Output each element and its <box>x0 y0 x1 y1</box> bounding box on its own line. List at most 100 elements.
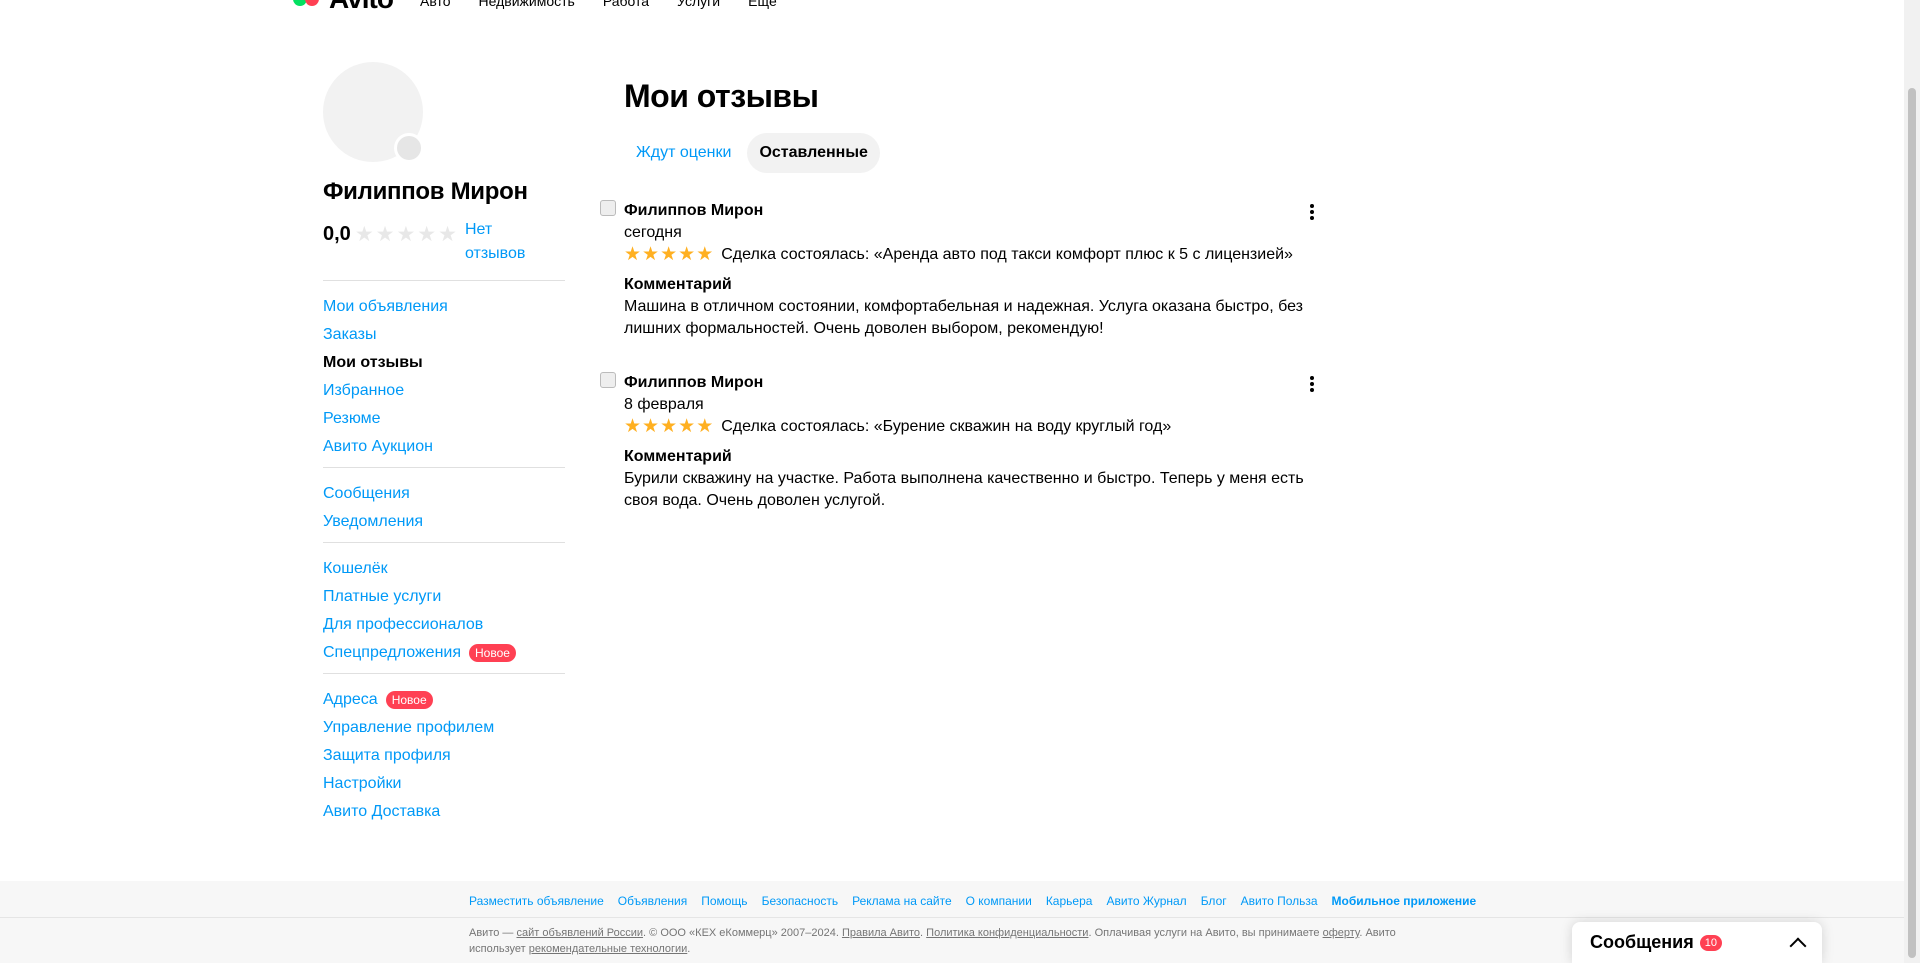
new-badge: Новое <box>385 691 433 709</box>
nav-link-services[interactable]: Услуги <box>677 0 720 9</box>
logo-text: Avito <box>329 0 394 12</box>
footer-link[interactable]: Помощь <box>701 894 747 908</box>
sidebar-item-label: Избранное <box>323 382 405 399</box>
avito-logo[interactable]: Avito <box>293 0 394 12</box>
star-icon: ★ <box>642 244 660 265</box>
sidebar-item[interactable]: Платные услуги <box>323 583 565 611</box>
rating-stars: ★ ★ ★ ★ ★ <box>355 223 457 247</box>
legal-link-rules[interactable]: Правила Авито <box>842 927 920 939</box>
chevron-up-icon[interactable] <box>1789 937 1807 954</box>
legal-link-offer[interactable]: оферту <box>1323 927 1360 939</box>
messages-count-badge: 10 <box>1699 934 1722 951</box>
review-card: Филиппов Мирон сегодня ★ ★ ★ ★ ★ Сделка сост… <box>600 200 1320 340</box>
star-icon: ★ <box>354 223 374 246</box>
star-icon: ★ <box>642 416 660 437</box>
rating-row: 0,0 ★ ★ ★ ★ ★ Нет отзывов <box>323 218 565 266</box>
sidebar-menu: Мои объявления Заказы Мои отзывы Избранное Р… <box>323 280 565 832</box>
reviewer-name[interactable]: Филиппов Мирон <box>624 372 1320 394</box>
kebab-menu-icon[interactable] <box>1310 204 1314 220</box>
sidebar-item-label: Мои отзывы <box>323 354 423 371</box>
comment-title: Комментарий <box>624 448 732 465</box>
sidebar-item[interactable]: Избранное <box>323 377 565 405</box>
reviewer-avatar-image <box>600 200 616 216</box>
footer-link[interactable]: Разместить объявление <box>469 894 604 908</box>
sidebar-group: Мои объявления Заказы Мои отзывы Избранное Р… <box>323 280 565 467</box>
footer-link[interactable]: Блог <box>1201 894 1227 908</box>
page-scrollbar[interactable] <box>1904 0 1920 963</box>
review-deal-text: Сделка состоялась: «Бурение скважин на в… <box>721 418 1172 435</box>
sidebar-group: Кошелёк Платные услуги Для профессионалов С… <box>323 542 565 673</box>
avatar[interactable] <box>323 62 424 163</box>
profile-sidebar: Филиппов Мирон 0,0 ★ ★ ★ ★ ★ Нет отзывов Мои… <box>323 62 565 832</box>
nav-link-jobs[interactable]: Работа <box>603 0 649 9</box>
legal-link-site[interactable]: сайт объявлений России <box>516 927 643 939</box>
sidebar-item-label: Авито Доставка <box>323 803 441 820</box>
footer-link[interactable]: О компании <box>966 894 1032 908</box>
sidebar-item[interactable]: Кошелёк <box>323 555 565 583</box>
messages-widget[interactable]: Сообщения 10 <box>1572 922 1822 963</box>
new-badge: Новое <box>469 644 516 662</box>
review-stars: ★ ★ ★ ★ ★ <box>624 245 713 265</box>
footer-links: Разместить объявление Объявления Помощь Без… <box>469 894 1476 908</box>
sidebar-item[interactable]: Авито Доставка <box>323 798 565 826</box>
footer-link[interactable]: Реклама на сайте <box>852 894 952 908</box>
tab-left[interactable]: Оставленные <box>747 133 880 173</box>
star-icon: ★ <box>417 223 437 246</box>
sidebar-item[interactable]: Управление профилем <box>323 714 565 742</box>
nav-link-realty[interactable]: Недвижимость <box>479 0 575 9</box>
sidebar-item[interactable]: Настройки <box>323 770 565 798</box>
star-icon: ★ <box>660 416 678 437</box>
nav-link-auto[interactable]: Авто <box>420 0 451 9</box>
messages-title: Сообщения <box>1590 932 1694 952</box>
sidebar-item[interactable]: Заказы <box>323 321 565 349</box>
review-date: сегодня <box>624 224 682 241</box>
sidebar-item[interactable]: Адреса Новое <box>323 686 565 714</box>
scrollbar-thumb[interactable] <box>1908 88 1916 958</box>
tab-awaiting[interactable]: Ждут оценки <box>624 133 743 173</box>
sidebar-item[interactable]: Мои объявления <box>323 293 565 321</box>
sidebar-item-label: Резюме <box>323 410 381 427</box>
nav-link-more[interactable]: Ещё <box>748 0 777 9</box>
sidebar-item[interactable]: Уведомления <box>323 508 565 536</box>
star-icon: ★ <box>678 244 696 265</box>
reviewer-name[interactable]: Филиппов Мирон <box>624 200 1320 222</box>
review-tabs: Ждут оценки Оставленные <box>624 133 1314 173</box>
sidebar-item-label: Авито Аукцион <box>323 438 433 455</box>
sidebar-item[interactable]: Мои отзывы <box>323 349 565 377</box>
star-icon: ★ <box>396 223 416 246</box>
sidebar-item[interactable]: Авито Аукцион <box>323 433 565 461</box>
sidebar-item-label: Заказы <box>323 326 377 343</box>
sidebar-item-label: Спецпредложения <box>323 644 461 661</box>
avatar-status-badge <box>394 133 424 163</box>
star-icon: ★ <box>624 416 642 437</box>
profile-name: Филиппов Мирон <box>323 178 528 205</box>
legal-link-privacy[interactable]: Политика конфиденциальности <box>926 927 1088 939</box>
sidebar-item[interactable]: Защита профиля <box>323 742 565 770</box>
legal-text: . Оплачивая услуги на Авито, вы принимае… <box>1088 927 1323 939</box>
legal-text: . © ООО «КЕХ eКоммерц» 2007–2024. <box>643 927 842 939</box>
legal-link-recommendations[interactable]: рекомендательные технологии <box>529 943 688 955</box>
sidebar-item-label: Сообщения <box>323 485 410 502</box>
star-icon: ★ <box>375 223 395 246</box>
sidebar-item[interactable]: Спецпредложения Новое <box>323 639 565 667</box>
legal-text: . <box>687 943 691 955</box>
footer-link-mobile-app[interactable]: Мобильное приложение <box>1332 894 1477 908</box>
kebab-menu-icon[interactable] <box>1310 376 1314 392</box>
footer-divider <box>0 917 1904 918</box>
review-card: Филиппов Мирон 8 февраля ★ ★ ★ ★ ★ Сделка со… <box>600 372 1320 512</box>
footer-link[interactable]: Карьера <box>1046 894 1093 908</box>
logo-red-dot <box>305 0 319 6</box>
review-deal-row: ★ ★ ★ ★ ★ Сделка состоялась: «Аренда авто по… <box>624 244 1320 266</box>
sidebar-item-label: Уведомления <box>323 513 424 530</box>
sidebar-item[interactable]: Для профессионалов <box>323 611 565 639</box>
no-reviews-link[interactable]: Нет отзывов <box>465 218 535 266</box>
review-deal-row: ★ ★ ★ ★ ★ Сделка состоялась: «Бурение скважи… <box>624 416 1320 438</box>
footer-link[interactable]: Объявления <box>618 894 687 908</box>
sidebar-item[interactable]: Резюме <box>323 405 565 433</box>
footer-link[interactable]: Безопасность <box>762 894 839 908</box>
footer-link[interactable]: Авито Журнал <box>1106 894 1186 908</box>
comment-text: Бурили скважину на участке. Работа выпол… <box>624 470 1304 509</box>
footer-link[interactable]: Авито Польза <box>1241 894 1318 908</box>
sidebar-item[interactable]: Сообщения <box>323 480 565 508</box>
star-icon: ★ <box>678 416 696 437</box>
